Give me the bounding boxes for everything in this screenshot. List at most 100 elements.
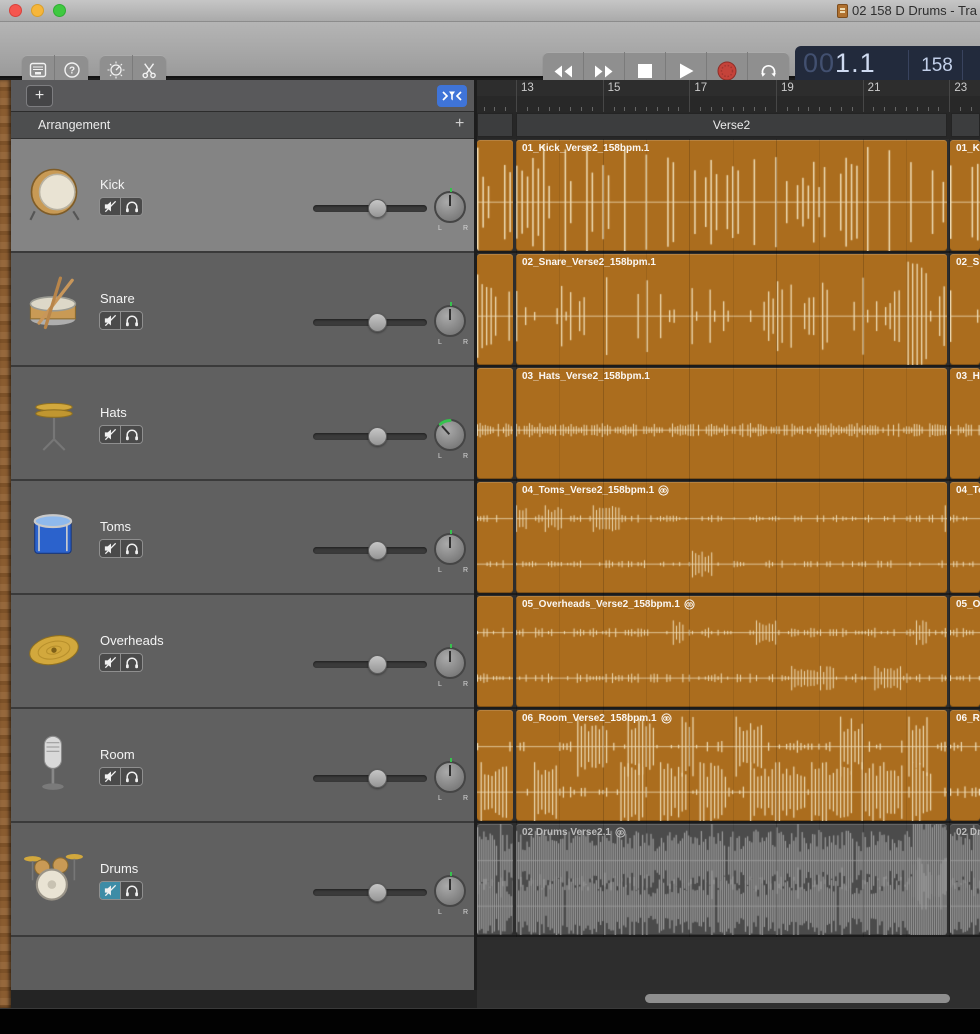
- close-button[interactable]: [9, 4, 22, 17]
- audio-region[interactable]: 03_Hats_Verse2_158bpm.1: [516, 368, 947, 479]
- audio-region-partial[interactable]: 02_Snare_Verse2_158bpm.1: [950, 254, 980, 365]
- arrangement-marker-partial[interactable]: [477, 113, 513, 137]
- track-header-toms[interactable]: TomsLR: [11, 481, 474, 595]
- pan-left-label: L: [438, 909, 442, 916]
- pan-knob[interactable]: [434, 305, 466, 337]
- volume-slider-thumb[interactable]: [368, 313, 387, 332]
- ruler-tick: [559, 107, 560, 111]
- track-header-room[interactable]: RoomLR: [11, 709, 474, 823]
- audio-region-partial[interactable]: 04_Toms_Verse2_158bpm.1: [950, 482, 980, 593]
- pan-knob[interactable]: [434, 875, 466, 907]
- solo-button[interactable]: [121, 540, 142, 557]
- timeline-ruler[interactable]: 131517192123: [477, 80, 980, 112]
- add-arrangement-marker-button[interactable]: +: [455, 115, 464, 133]
- follow-tempo-icon: [658, 485, 669, 496]
- audio-region[interactable]: 01_Kick_Verse2_158bpm.1: [516, 140, 947, 251]
- library-icon: [29, 62, 47, 78]
- mute-button[interactable]: [100, 654, 121, 671]
- pan-knob-pointer: [449, 537, 451, 548]
- ruler-bar-number: 15: [608, 82, 621, 94]
- arrangement-marker-partial[interactable]: [951, 113, 980, 137]
- audio-region-partial[interactable]: 06_Room_Verse2_158bpm.1: [950, 710, 980, 821]
- ruler-tick: [484, 107, 485, 111]
- scrollbar-thumb[interactable]: [645, 994, 950, 1003]
- mute-button[interactable]: [100, 198, 121, 215]
- solo-button[interactable]: [121, 768, 142, 785]
- track-header-snare[interactable]: SnareLR: [11, 253, 474, 367]
- pan-knob[interactable]: [434, 761, 466, 793]
- audio-region-partial[interactable]: [477, 254, 513, 365]
- pan-right-label: R: [463, 909, 468, 916]
- arrangement-marker-verse2[interactable]: Verse2: [516, 113, 947, 137]
- waveform: [477, 710, 513, 821]
- garageband-window: 02 158 D Drums - Tra ?: [0, 0, 980, 1034]
- audio-region[interactable]: 04_Toms_Verse2_158bpm.1: [516, 482, 947, 593]
- cymbal-icon: [24, 615, 84, 681]
- solo-button[interactable]: [121, 426, 142, 443]
- mute-button[interactable]: [100, 312, 121, 329]
- mute-button[interactable]: [100, 768, 121, 785]
- track-header-kick[interactable]: KickLR: [11, 139, 474, 253]
- pan-knob[interactable]: [434, 191, 466, 223]
- audio-region-partial[interactable]: [477, 140, 513, 251]
- ruler-barline: [516, 80, 517, 112]
- pan-right-label: R: [463, 225, 468, 232]
- arrangement-track-header[interactable]: Arrangement +: [11, 112, 474, 139]
- volume-slider-thumb[interactable]: [368, 769, 387, 788]
- track-header-drums[interactable]: DrumsLR: [11, 823, 474, 937]
- audio-region-partial[interactable]: 02 Drums Verse2.1: [950, 824, 980, 935]
- audio-region-partial[interactable]: [477, 596, 513, 707]
- audio-region[interactable]: 02 Drums Verse2.1: [516, 824, 947, 935]
- volume-slider-thumb[interactable]: [368, 883, 387, 902]
- audio-region[interactable]: 05_Overheads_Verse2_158bpm.1: [516, 596, 947, 707]
- audio-region-partial[interactable]: [477, 710, 513, 821]
- solo-headphones-icon: [125, 314, 139, 327]
- mute-solo-group: [99, 311, 143, 330]
- mute-button[interactable]: [100, 426, 121, 443]
- ruler-tick: [581, 107, 582, 111]
- audio-region-partial[interactable]: 05_Overheads_Verse2_158bpm.1: [950, 596, 980, 707]
- volume-slider-thumb[interactable]: [368, 541, 387, 560]
- volume-slider-thumb[interactable]: [368, 655, 387, 674]
- mute-button[interactable]: [100, 540, 121, 557]
- track-name: Hats: [100, 405, 127, 420]
- hihat-icon: [24, 387, 84, 453]
- volume-slider-thumb[interactable]: [368, 427, 387, 446]
- ruler-tick: [754, 107, 755, 111]
- pan-knob[interactable]: [434, 533, 466, 565]
- pan-knob[interactable]: [434, 419, 466, 451]
- mute-button[interactable]: [100, 882, 121, 899]
- snare-drum-icon: [24, 273, 84, 339]
- audio-region[interactable]: 02_Snare_Verse2_158bpm.1: [516, 254, 947, 365]
- solo-button[interactable]: [121, 312, 142, 329]
- waveform: [477, 482, 513, 593]
- track-header-overheads[interactable]: OverheadsLR: [11, 595, 474, 709]
- solo-button[interactable]: [121, 654, 142, 671]
- audio-region-partial[interactable]: 01_Kick_Verse2_158bpm.1: [950, 140, 980, 251]
- audio-region[interactable]: 06_Room_Verse2_158bpm.1: [516, 710, 947, 821]
- catch-playhead-button[interactable]: [437, 85, 467, 107]
- solo-button[interactable]: [121, 882, 142, 899]
- solo-button[interactable]: [121, 198, 142, 215]
- audio-region-partial[interactable]: [477, 368, 513, 479]
- add-track-button[interactable]: +: [26, 85, 53, 107]
- audio-region-partial[interactable]: [477, 824, 513, 935]
- ruler-tick: [549, 107, 550, 111]
- audio-region-partial[interactable]: [477, 482, 513, 593]
- pan-center-tick: [450, 872, 452, 876]
- region-name: 06_Room_Verse2_158bpm.1: [956, 713, 980, 724]
- volume-slider-thumb[interactable]: [368, 199, 387, 218]
- track-lane-overheads: 05_Overheads_Verse2_158bpm.105_Overheads…: [477, 595, 980, 709]
- audio-region-partial[interactable]: 03_Hats_Verse2_158bpm.1: [950, 368, 980, 479]
- kick-drum-icon: [24, 159, 84, 225]
- minimize-button[interactable]: [31, 4, 44, 17]
- ruler-tick: [895, 107, 896, 111]
- track-lane-snare: 02_Snare_Verse2_158bpm.102_Snare_Verse2_…: [477, 253, 980, 367]
- solo-headphones-icon: [125, 770, 139, 783]
- waveform: [516, 140, 947, 251]
- mute-solo-group: [99, 197, 143, 216]
- tempo-value[interactable]: 158: [913, 55, 961, 77]
- zoom-button[interactable]: [53, 4, 66, 17]
- track-header-hats[interactable]: HatsLR: [11, 367, 474, 481]
- pan-knob[interactable]: [434, 647, 466, 679]
